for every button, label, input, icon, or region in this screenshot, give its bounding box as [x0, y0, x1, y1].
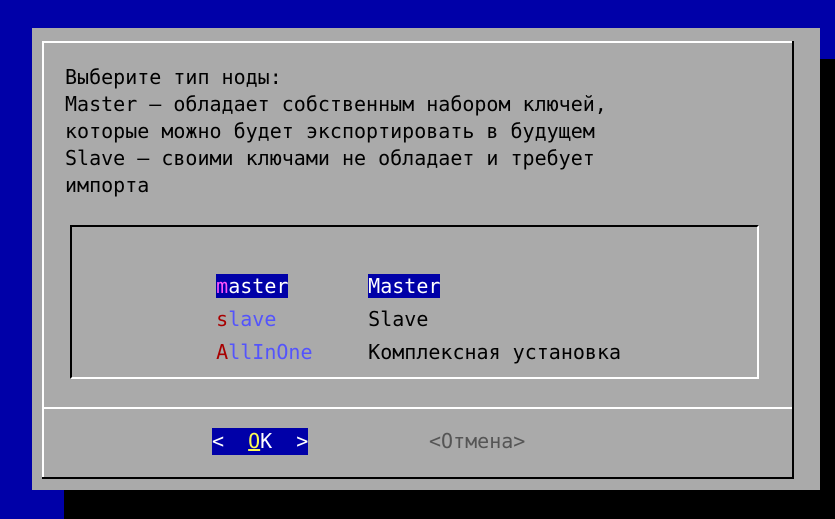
message-line: которые можно будет экспортировать в буд… — [65, 119, 595, 143]
ok-button[interactable]: < OK > — [212, 428, 309, 455]
node-type-dialog: Выберите тип ноды: Master – обладает соб… — [32, 28, 820, 490]
frame-top-border — [42, 41, 792, 43]
message-line: Master – обладает собственным набором кл… — [65, 92, 607, 116]
menu-item-master[interactable]: master Master — [168, 246, 441, 298]
dialog-message: Выберите тип ноды: Master – обладает соб… — [65, 64, 607, 199]
frame-left-border — [42, 41, 44, 479]
message-line: Slave – своими ключами не обладает и тре… — [65, 146, 595, 170]
frame-right-border — [792, 41, 794, 479]
frame-bottom-border — [42, 477, 794, 479]
button-separator — [44, 407, 792, 409]
message-line: Выберите тип ноды: — [65, 65, 282, 89]
menu-item-description: Комплексная установка — [368, 340, 622, 364]
menu-item-slave[interactable]: slave Slave — [168, 279, 428, 331]
menu-item-allinone[interactable]: AllInOne Комплексная установка — [168, 312, 621, 364]
message-line: импорта — [65, 173, 150, 197]
menu-item-tag: AllInOne — [216, 340, 313, 364]
ok-hotkey: O — [248, 429, 261, 453]
cancel-button[interactable]: <Отмена> — [429, 428, 525, 455]
